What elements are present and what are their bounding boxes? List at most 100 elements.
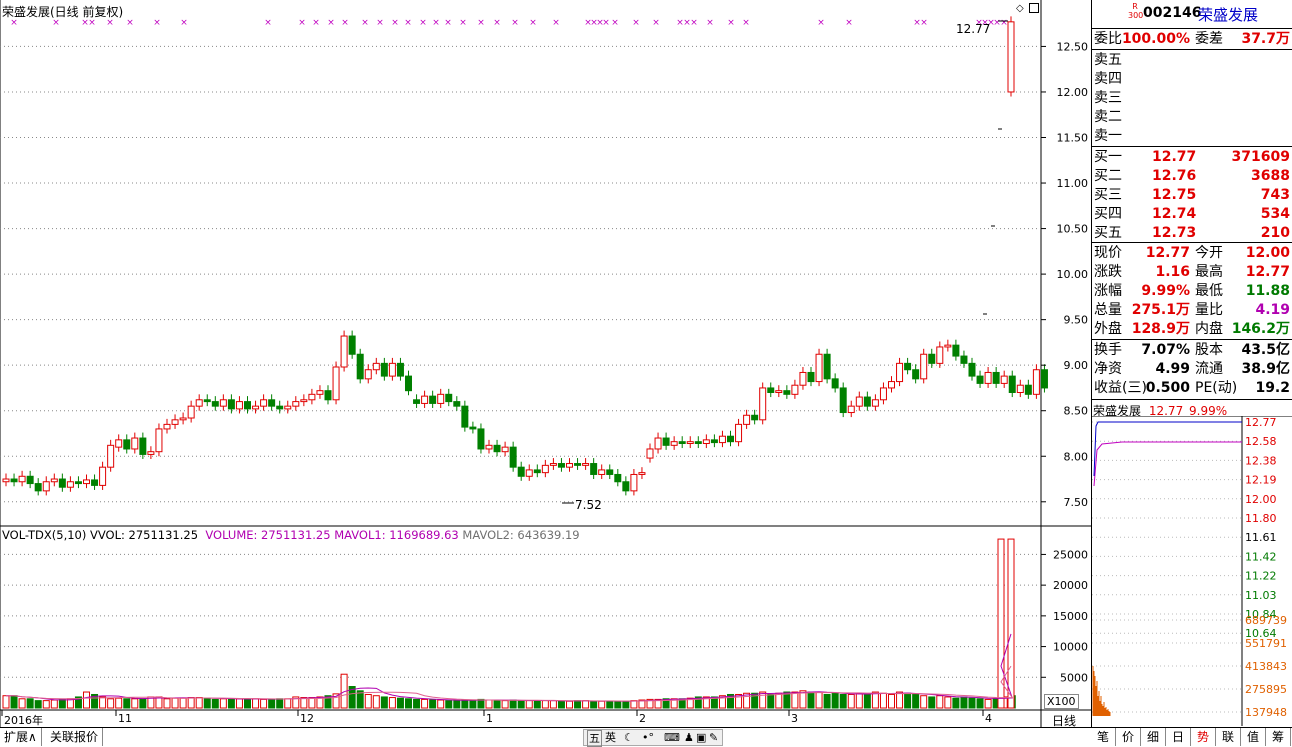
candle[interactable] [992,371,1000,384]
candle[interactable] [533,469,541,474]
candle[interactable] [50,478,58,483]
candle[interactable] [413,399,421,404]
candle[interactable] [855,396,863,407]
candle[interactable] [968,362,976,377]
candle[interactable] [557,463,565,468]
candle[interactable] [445,393,453,403]
candle[interactable] [509,446,517,468]
candle[interactable] [26,475,34,485]
candle[interactable] [670,441,678,446]
candle[interactable] [920,353,928,380]
candle[interactable] [791,384,799,395]
candle[interactable] [437,393,445,404]
candle[interactable] [678,441,686,444]
candle[interactable] [123,439,131,450]
settings-icon[interactable]: ◇ [1016,3,1024,14]
candle[interactable] [525,469,533,477]
candle[interactable] [356,353,364,380]
candle[interactable] [759,387,767,421]
candle[interactable] [646,448,654,459]
candle[interactable] [235,401,243,410]
sell-level-row[interactable]: 卖四 [1092,70,1292,89]
candle[interactable] [888,381,895,389]
keyboard-icon[interactable]: ⌨ [664,730,680,745]
candle[interactable] [372,362,380,371]
candle[interactable] [1000,375,1008,384]
bottom-tab[interactable]: 关联报价 [46,728,104,746]
shirt-icon[interactable]: ▣ [696,730,706,745]
candle[interactable] [252,405,260,410]
candle[interactable] [292,401,300,407]
candle[interactable] [131,437,139,450]
candle[interactable] [735,423,743,443]
candle[interactable] [743,414,751,425]
candle[interactable] [936,346,944,364]
candle[interactable] [727,435,734,443]
candle[interactable] [405,375,412,392]
candle[interactable] [718,435,726,444]
candle[interactable] [831,378,839,389]
candle[interactable] [364,369,372,380]
candle[interactable] [767,387,775,394]
bottom-tab[interactable]: 扩展∧ [0,728,42,746]
candle[interactable] [799,371,807,386]
vol-indicator-name[interactable]: VOL-TDX(5,10) [2,528,86,542]
candle[interactable] [1040,369,1048,389]
candle[interactable] [662,437,670,446]
candle[interactable] [461,405,469,428]
candle[interactable] [388,362,396,377]
candle[interactable] [952,344,960,357]
candle[interactable] [227,399,235,410]
buy-level-row[interactable]: 买一 12.77 371609 [1092,148,1292,167]
candle[interactable] [493,444,501,453]
candle[interactable] [99,466,107,486]
candle[interactable] [469,426,477,430]
candle[interactable] [139,437,147,455]
candle[interactable] [590,463,598,475]
candle[interactable] [815,353,823,383]
candle[interactable] [1007,21,1015,93]
five-icon[interactable]: 五 [587,730,602,747]
candle[interactable] [348,335,356,355]
candle[interactable] [839,387,847,414]
candle[interactable] [34,483,42,492]
candle[interactable] [984,371,992,384]
candle[interactable] [879,387,887,401]
candle[interactable] [574,463,582,466]
candle[interactable] [501,446,509,453]
candle[interactable] [654,437,662,450]
candle[interactable] [960,355,968,364]
candle[interactable] [485,444,493,450]
sell-level-row[interactable]: 卖二 [1092,108,1292,127]
candle[interactable] [904,362,912,371]
candle[interactable] [541,464,549,474]
candle[interactable] [477,428,485,450]
candle[interactable] [630,473,638,492]
buy-level-row[interactable]: 买五 12.73 210 [1092,224,1292,243]
candle[interactable] [807,371,815,383]
kline-chart[interactable]: 12.50 12.00 11.50 11.00 10.50 10.00 9.50 9.00 8.… [0,0,1091,727]
candle[interactable] [268,399,276,407]
candle[interactable] [340,335,348,368]
candle[interactable] [429,395,437,404]
candle[interactable] [598,469,606,475]
candle[interactable] [91,479,99,486]
candle[interactable] [18,475,26,483]
candle[interactable] [284,405,292,410]
quote-tab[interactable]: 笔 [1091,728,1116,746]
candle[interactable] [74,481,82,485]
candle[interactable] [115,439,123,448]
candle[interactable] [622,481,630,492]
candle[interactable] [582,463,590,466]
candle[interactable] [83,479,90,485]
candle[interactable] [316,390,324,395]
candle[interactable] [686,441,694,444]
candle[interactable] [276,405,284,410]
candle[interactable] [775,390,783,393]
candle[interactable] [871,399,879,407]
candle[interactable] [694,441,702,444]
stock-name[interactable]: 荣盛发展 [1198,4,1258,25]
candle[interactable] [179,417,187,421]
candle[interactable] [332,366,340,401]
candle[interactable] [2,478,10,483]
